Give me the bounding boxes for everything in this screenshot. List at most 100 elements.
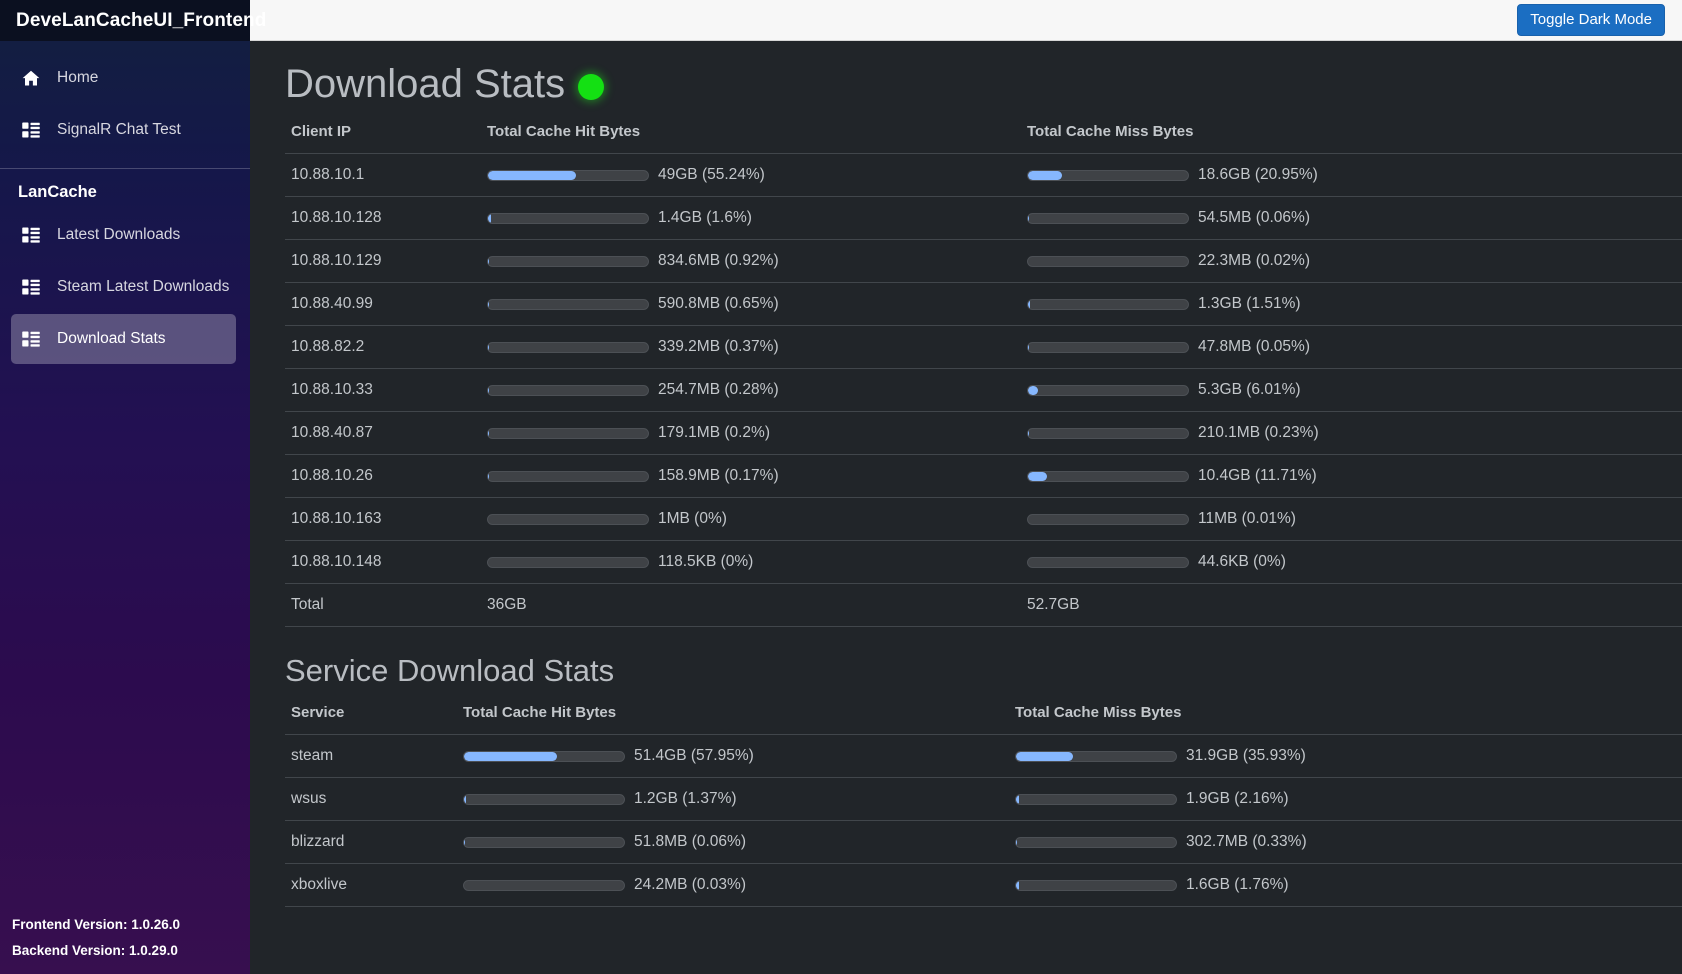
list-icon [21,329,41,349]
status-indicator-dot [578,74,605,100]
cache-miss-value-label: 11MB (0.01%) [1198,510,1296,527]
service-stats-header: Service Total Cache Hit Bytes Total Cach… [285,702,1682,735]
table-row[interactable]: 10.88.10.148 118.5KB (0%) 44.6KB (0%) [285,540,1682,584]
cache-hit-progress-bar [487,212,649,224]
cache-hit-cell: 834.6MB (0.92%) [481,239,1021,283]
progress-bar-fill [1016,751,1074,761]
sidebar-item-signalr-chat-test[interactable]: SignalR Chat Test [11,105,236,155]
cache-hit-cell: 158.9MB (0.17%) [481,454,1021,498]
progress-bar-fill [1016,880,1019,890]
client-ip-cell: 10.88.10.26 [285,454,481,498]
table-row[interactable]: blizzard 51.8MB (0.06%) 302.7MB (0.33%) [285,820,1682,864]
cache-miss-metric: 302.7MB (0.33%) [1015,833,1682,851]
total-row: Total 36GB 52.7GB [285,583,1682,627]
column-header-hit-bytes: Total Cache Hit Bytes [487,123,641,140]
progress-bar-fill [488,256,490,266]
cache-miss-value-label: 44.6KB (0%) [1198,553,1286,570]
list-icon [21,277,41,297]
cache-hit-value-label: 51.8MB (0.06%) [634,833,746,850]
cache-miss-value-label: 302.7MB (0.33%) [1186,833,1307,850]
cache-hit-progress-bar [463,750,625,762]
table-row[interactable]: 10.88.10.163 1MB (0%) 11MB (0.01%) [285,497,1682,541]
cache-hit-value-label: 51.4GB (57.95%) [634,747,754,764]
sidebar-item-label: SignalR Chat Test [57,121,181,138]
table-row[interactable]: 10.88.82.2 339.2MB (0.37%) 47.8MB (0.05%) [285,325,1682,369]
cache-miss-progress-bar [1027,212,1189,224]
table-row[interactable]: wsus 1.2GB (1.37%) 1.9GB (2.16%) [285,777,1682,821]
cache-miss-value-label: 1.6GB (1.76%) [1186,876,1289,893]
cache-hit-progress-bar [487,384,649,396]
cache-miss-value-label: 5.3GB (6.01%) [1198,381,1301,398]
cache-miss-progress-bar [1027,513,1189,525]
table-row[interactable]: xboxlive 24.2MB (0.03%) 1.6GB (1.76%) [285,863,1682,907]
client-ip-cell: 10.88.40.99 [285,282,481,326]
cache-hit-cell: 24.2MB (0.03%) [457,863,1009,907]
cache-miss-cell: 1.6GB (1.76%) [1009,863,1682,907]
table-row[interactable]: 10.88.10.129 834.6MB (0.92%) 22.3MB (0.02%… [285,239,1682,283]
cache-hit-metric: 1MB (0%) [487,510,1015,528]
sidebar-item-home[interactable]: Home [11,53,236,103]
sidebar-item-latest-downloads[interactable]: Latest Downloads [11,210,236,260]
table-row[interactable]: 10.88.10.128 1.4GB (1.6%) 54.5MB (0.06%) [285,196,1682,240]
client-ip-cell: 10.88.10.129 [285,239,481,283]
cache-hit-progress-bar [487,556,649,568]
cache-miss-cell: 11MB (0.01%) [1021,497,1682,541]
cache-miss-metric: 54.5MB (0.06%) [1027,209,1682,227]
cache-miss-metric: 31.9GB (35.93%) [1015,747,1682,765]
page-title-text: Download Stats [285,62,566,106]
cache-hit-cell: 1.4GB (1.6%) [481,196,1021,240]
sidebar-item-steam-latest-downloads[interactable]: Steam Latest Downloads [11,262,236,312]
cache-miss-cell: 1.3GB (1.51%) [1021,282,1682,326]
service-name-cell: steam [285,734,457,778]
cache-miss-value-label: 18.6GB (20.95%) [1198,166,1318,183]
cache-hit-value-label: 179.1MB (0.2%) [658,424,770,441]
cache-hit-value-label: 254.7MB (0.28%) [658,381,779,398]
cache-hit-metric: 590.8MB (0.65%) [487,295,1015,313]
toggle-dark-mode-button[interactable]: Toggle Dark Mode [1517,4,1665,36]
cache-hit-value-label: 590.8MB (0.65%) [658,295,779,312]
progress-bar-fill [464,751,557,761]
client-ip-cell: 10.88.10.1 [285,153,481,197]
table-row[interactable]: 10.88.10.1 49GB (55.24%) 18.6GB (20.95%) [285,153,1682,197]
cache-hit-cell: 1.2GB (1.37%) [457,777,1009,821]
table-row[interactable]: 10.88.40.87 179.1MB (0.2%) 210.1MB (0.23%) [285,411,1682,455]
cache-miss-value-label: 1.9GB (2.16%) [1186,790,1289,807]
cache-miss-metric: 44.6KB (0%) [1027,553,1682,571]
cache-hit-metric: 834.6MB (0.92%) [487,252,1015,270]
cache-hit-cell: 179.1MB (0.2%) [481,411,1021,455]
cache-miss-metric: 210.1MB (0.23%) [1027,424,1682,442]
home-icon [21,68,41,88]
cache-hit-progress-bar [487,255,649,267]
table-row[interactable]: 10.88.40.99 590.8MB (0.65%) 1.3GB (1.51%) [285,282,1682,326]
table-row[interactable]: 10.88.10.33 254.7MB (0.28%) 5.3GB (6.01%) [285,368,1682,412]
table-row[interactable]: 10.88.10.26 158.9MB (0.17%) 10.4GB (11.71%… [285,454,1682,498]
cache-miss-progress-bar [1027,384,1189,396]
sidebar-item-download-stats[interactable]: Download Stats [11,314,236,364]
cache-hit-progress-bar [487,470,649,482]
cache-miss-progress-bar [1015,879,1177,891]
cache-hit-progress-bar [463,879,625,891]
cache-hit-metric: 24.2MB (0.03%) [463,876,1003,894]
main-area: Toggle Dark Mode Download Stats Client I… [250,0,1682,974]
sidebar-footer: Frontend Version: 1.0.26.0 Backend Versi… [0,912,180,964]
progress-bar-fill [488,213,491,223]
column-header-hit-bytes: Total Cache Hit Bytes [463,704,617,721]
column-header-miss-bytes: Total Cache Miss Bytes [1027,123,1194,140]
cache-miss-progress-bar [1027,470,1189,482]
cache-hit-progress-bar [487,513,649,525]
cache-hit-metric: 179.1MB (0.2%) [487,424,1015,442]
page-content: Download Stats Client IP Total Cache Hit… [250,41,1682,974]
cache-miss-progress-bar [1015,836,1177,848]
progress-bar-fill [1028,299,1031,309]
table-row[interactable]: steam 51.4GB (57.95%) 31.9GB (35.93%) [285,734,1682,778]
cache-hit-cell: 254.7MB (0.28%) [481,368,1021,412]
column-header-client-ip: Client IP [291,123,352,140]
cache-miss-cell: 1.9GB (2.16%) [1009,777,1682,821]
service-name-cell: wsus [285,777,457,821]
list-icon [21,120,41,140]
cache-miss-progress-bar [1027,255,1189,267]
table-header-row: Service Total Cache Hit Bytes Total Cach… [285,702,1682,735]
cache-hit-value-label: 49GB (55.24%) [658,166,765,183]
cache-miss-metric: 1.6GB (1.76%) [1015,876,1682,894]
frontend-version: Frontend Version: 1.0.26.0 [12,917,181,932]
